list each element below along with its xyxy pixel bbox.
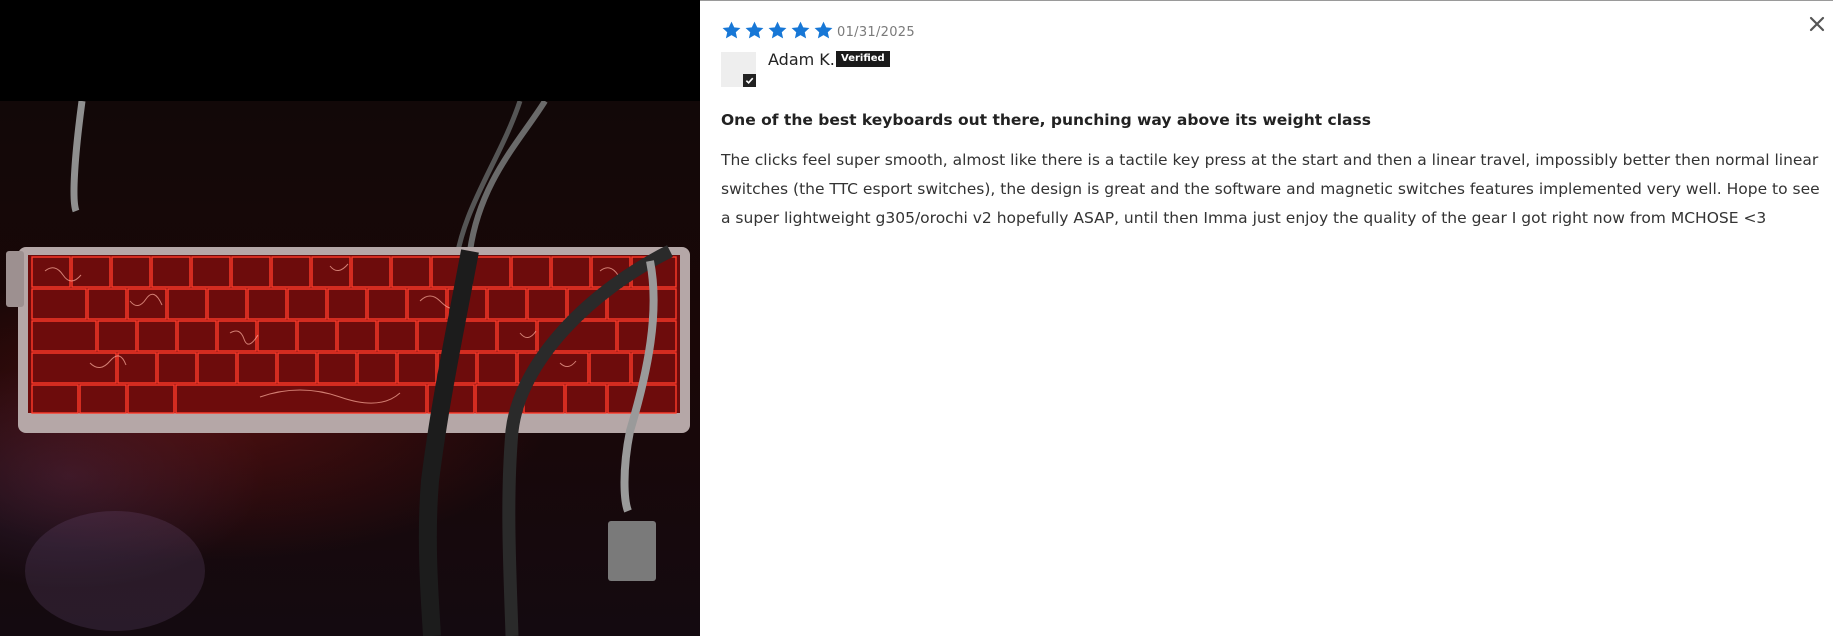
verified-check-icon (743, 74, 756, 87)
review-title: One of the best keyboards out there, pun… (721, 111, 1371, 129)
review-photo[interactable] (0, 101, 700, 636)
star-icon (721, 20, 742, 41)
star-icon (813, 20, 834, 41)
keyboard-photo-illustration (6, 101, 690, 636)
close-icon (1809, 16, 1825, 32)
review-panel: 01/31/2025 Adam K. Verified One of the b… (700, 0, 1833, 636)
review-media-panel (0, 0, 700, 636)
star-rating (721, 20, 834, 41)
star-icon (744, 20, 765, 41)
review-body: The clicks feel super smooth, almost lik… (721, 151, 1820, 227)
star-icon (767, 20, 788, 41)
star-icon (790, 20, 811, 41)
review-date: 01/31/2025 (837, 25, 915, 40)
verified-badge: Verified (836, 51, 890, 67)
close-button[interactable] (1805, 12, 1829, 36)
avatar (721, 52, 756, 87)
reviewer-name: Adam K. (768, 50, 835, 69)
